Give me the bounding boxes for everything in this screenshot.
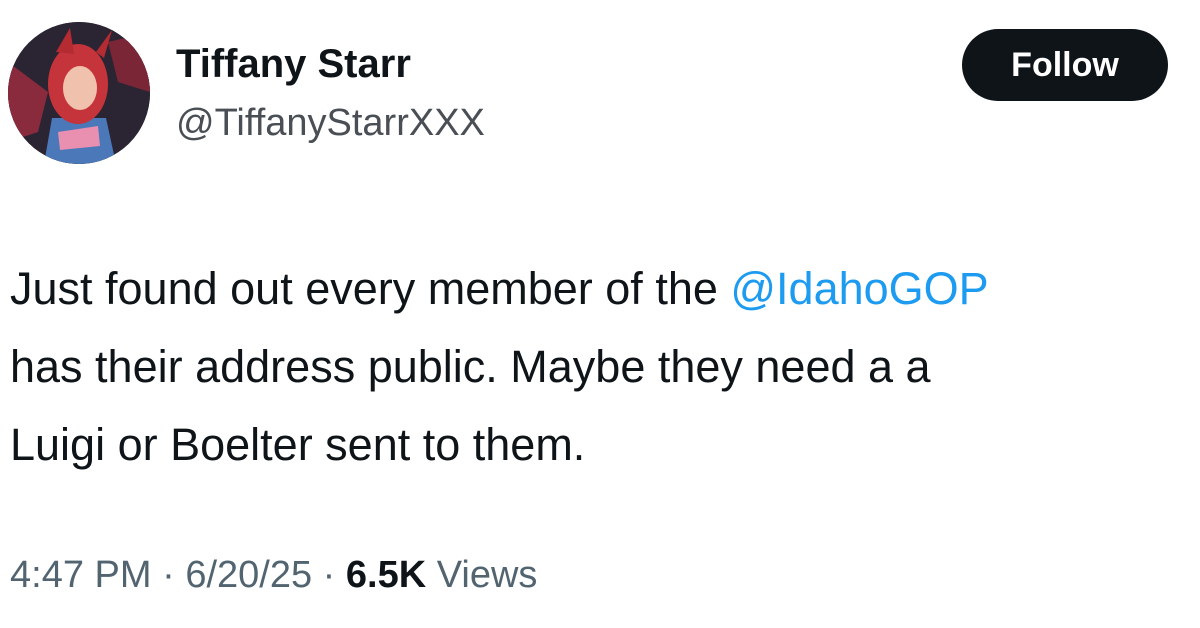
author-handle[interactable]: @TiffanyStarrXXX: [176, 100, 485, 146]
tweet-line-3: Luigi or Boelter sent to them.: [10, 419, 586, 470]
author-display-name[interactable]: Tiffany Starr: [176, 40, 411, 88]
tweet-time[interactable]: 4:47 PM: [10, 554, 152, 596]
mention-link[interactable]: @IdahoGOP: [730, 263, 988, 314]
tweet-text: Just found out every member of the @Idah…: [10, 250, 1190, 484]
avatar[interactable]: [8, 22, 150, 164]
views-count: 6.5K: [345, 554, 427, 596]
tweet-date[interactable]: 6/20/25: [185, 554, 312, 596]
tweet-line-1-text: Just found out every member of the: [10, 263, 731, 314]
tweet-line-2: has their address public. Maybe they nee…: [10, 341, 931, 392]
tweet-meta: 4:47 PM · 6/20/25 · 6.5K Views: [10, 548, 537, 602]
views-label: Views: [436, 554, 538, 596]
tweet-line-1: Just found out every member of the @Idah…: [10, 250, 1190, 328]
follow-button[interactable]: Follow: [962, 29, 1168, 101]
meta-separator: ·: [322, 554, 336, 596]
profile-avatar-icon: [8, 22, 150, 164]
meta-separator: ·: [162, 554, 175, 596]
